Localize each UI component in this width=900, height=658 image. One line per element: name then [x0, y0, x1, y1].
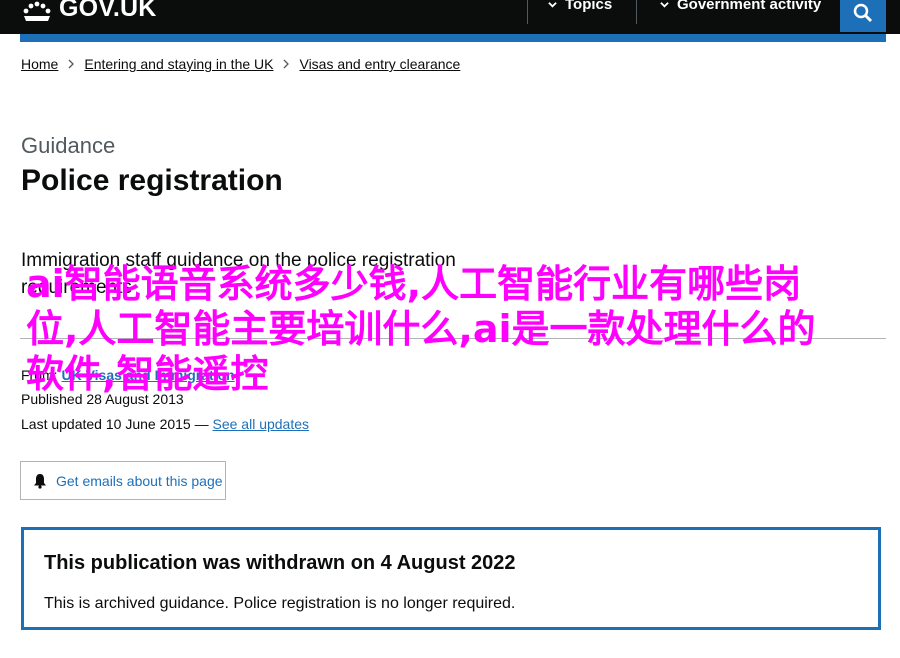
chevron-right-icon — [284, 59, 290, 69]
page-summary: Immigration staff guidance on the police… — [21, 250, 456, 298]
see-all-updates-link[interactable]: See all updates — [213, 416, 310, 432]
search-button[interactable] — [840, 0, 886, 32]
meta-from-link[interactable]: UK Visas and Immigration — [61, 367, 234, 383]
crown-icon — [23, 1, 51, 21]
meta-from: From: UK Visas and Immigration — [21, 367, 235, 383]
chevron-down-icon — [548, 2, 557, 8]
section-divider — [20, 338, 886, 339]
get-emails-label: Get emails about this page — [56, 472, 223, 489]
nav-divider — [527, 0, 528, 24]
nav-topics[interactable]: Topics — [548, 0, 612, 13]
withdrawn-notice-text: This is archived guidance. Police regist… — [44, 595, 516, 612]
site-header: GOV.UK Topics Government activity — [0, 0, 900, 34]
page-title: Police registration — [21, 164, 283, 197]
nav-divider — [636, 0, 637, 24]
bell-icon — [34, 473, 46, 489]
withdrawn-notice-title: This publication was withdrawn on 4 Augu… — [44, 552, 516, 574]
breadcrumb: Home Entering and staying in the UK Visa… — [21, 56, 460, 72]
header-accent-bar — [20, 34, 886, 42]
chevron-down-icon — [660, 2, 669, 8]
breadcrumb-visas[interactable]: Visas and entry clearance — [299, 56, 460, 72]
nav-government-activity-label: Government activity — [677, 0, 822, 13]
page-caption: Guidance — [21, 133, 116, 158]
breadcrumb-home[interactable]: Home — [21, 56, 58, 72]
withdrawn-notice: This publication was withdrawn on 4 Augu… — [21, 527, 881, 630]
meta-updated-date: 10 June 2015 — [105, 416, 191, 432]
get-emails-button[interactable]: Get emails about this page — [20, 461, 226, 500]
meta-updated-label: Last updated — [21, 416, 102, 432]
nav-topics-label: Topics — [565, 0, 613, 13]
meta-published: Published 28 August 2013 — [21, 391, 184, 407]
search-icon — [853, 3, 873, 23]
nav-government-activity[interactable]: Government activity — [660, 0, 821, 13]
chevron-right-icon — [68, 59, 75, 69]
meta-published-date: 28 August 2013 — [86, 391, 184, 407]
meta-from-label: From: — [21, 367, 58, 383]
breadcrumb-entering-staying[interactable]: Entering and staying in the UK — [84, 56, 273, 72]
meta-updated-separator: — — [190, 416, 213, 432]
logo-text: GOV.UK — [59, 0, 157, 22]
govuk-logo[interactable]: GOV.UK — [20, 0, 157, 23]
meta-updated: Last updated 10 June 2015 — See all upda… — [21, 416, 309, 432]
meta-published-label: Published — [21, 391, 83, 407]
